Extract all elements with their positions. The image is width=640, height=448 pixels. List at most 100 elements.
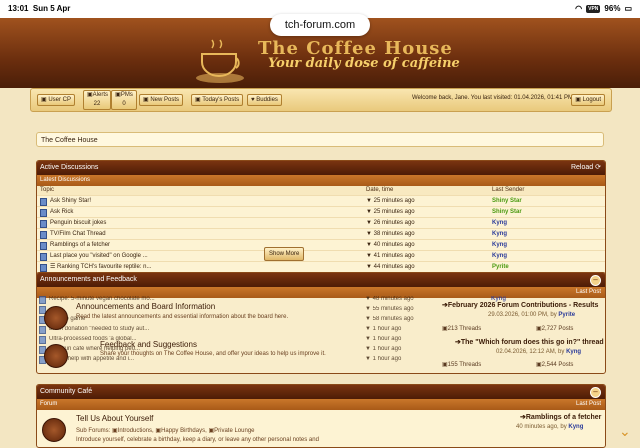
document-icon bbox=[39, 326, 46, 334]
community-cafe-header: Community Café – bbox=[37, 385, 605, 399]
user-icon: ▣ bbox=[41, 97, 47, 103]
url-bar[interactable]: tch-forum.com bbox=[270, 14, 370, 36]
forum-status-icon bbox=[42, 418, 66, 442]
status-right: ◠ VPN 96% ▭ bbox=[575, 4, 632, 13]
status-time-date: 13:01 Sun 5 Apr bbox=[8, 4, 71, 13]
logout-button[interactable]: ▣ Logout bbox=[571, 94, 605, 106]
breadcrumb[interactable]: The Coffee House bbox=[36, 132, 604, 147]
document-icon bbox=[40, 264, 47, 272]
collapse-cafe-icon[interactable]: – bbox=[590, 387, 601, 398]
forum-title-tell-us[interactable]: Tell Us About Yourself bbox=[76, 414, 153, 423]
row-topic[interactable]: Ask Rick bbox=[50, 207, 73, 217]
document-icon bbox=[40, 209, 47, 217]
new-posts-button[interactable]: ▣ New Posts bbox=[139, 94, 184, 106]
table-row[interactable]: Last place you "visited" on Google ... ▼ … bbox=[37, 250, 605, 261]
row-topic[interactable]: TV/Film Chat Thread bbox=[50, 229, 106, 239]
posts-icon: ▣ bbox=[143, 97, 149, 103]
row-date: ▼ 1 hour ago bbox=[365, 326, 402, 332]
row-date: ▼ 1 hour ago bbox=[365, 336, 402, 342]
announcements-header: Announcements and Feedback – bbox=[37, 273, 605, 287]
row-date: ▼ 25 minutes ago bbox=[366, 198, 415, 204]
row-sender[interactable]: Kyng bbox=[492, 218, 507, 228]
battery-icon: ▭ bbox=[624, 4, 632, 13]
chevron-down-icon[interactable]: ⌄ bbox=[619, 423, 635, 439]
coffee-cup-icon bbox=[196, 39, 244, 83]
lastpost-meta-tell-us: 40 minutes ago, by Kyng bbox=[516, 424, 584, 430]
user-cp-button[interactable]: ▣ User CP bbox=[37, 94, 76, 106]
row-topic[interactable]: Penguin biscuit jokes bbox=[50, 218, 106, 228]
row-sender[interactable]: Kyng bbox=[492, 229, 507, 239]
forum-desc-feedback: Share your thoughts on The Coffee House,… bbox=[100, 351, 326, 357]
row-topic[interactable]: Ramblings of a fetcher bbox=[50, 240, 110, 250]
subforum-introductions[interactable]: Introductions, bbox=[118, 428, 154, 434]
forum-title-feedback[interactable]: Feedback and Suggestions bbox=[100, 340, 197, 349]
row-date: ▼ 41 minutes ago bbox=[366, 253, 415, 259]
row-sender[interactable]: Shiny Star bbox=[492, 196, 522, 206]
document-icon bbox=[40, 231, 47, 239]
active-rows: Ask Shiny Star! ▼ 25 minutes ago Shiny Sta… bbox=[37, 195, 605, 281]
vpn-badge: VPN bbox=[586, 4, 601, 13]
row-date: ▼ 40 minutes ago bbox=[366, 242, 415, 248]
subforum-private-lounge[interactable]: Private Lounge bbox=[214, 428, 254, 434]
row-topic[interactable]: Ask Shiny Star! bbox=[50, 196, 91, 206]
row-sender[interactable]: Kyng bbox=[492, 251, 507, 261]
row-sender[interactable]: Shiny Star bbox=[492, 207, 522, 217]
active-column-headers: Topic Date, time Last Sender bbox=[37, 186, 605, 195]
table-row[interactable]: Penguin biscuit jokes ▼ 26 minutes ago Kyn… bbox=[37, 217, 605, 228]
thread-count: ▣155 Threads bbox=[442, 362, 482, 368]
col-date: Date, time bbox=[366, 187, 394, 193]
battery-level: 96% bbox=[604, 4, 621, 13]
collapse-announcements-icon[interactable]: – bbox=[590, 275, 601, 286]
row-date: ▼ 1 hour ago bbox=[365, 356, 402, 362]
row-topic[interactable]: Last place you "visited" on Google ... bbox=[50, 251, 148, 261]
active-discussions: Active Discussions Reload ⟳ Latest Discu… bbox=[36, 160, 606, 282]
document-icon bbox=[39, 336, 46, 344]
lastpost-user[interactable]: Kyng bbox=[568, 424, 583, 430]
row-date: ▼ 26 minutes ago bbox=[366, 220, 415, 226]
lastpost-user[interactable]: Pyrite bbox=[558, 312, 575, 318]
reload-button[interactable]: Reload ⟳ bbox=[571, 161, 601, 175]
table-row[interactable]: Ask Shiny Star! ▼ 25 minutes ago Shiny Sta… bbox=[37, 195, 605, 206]
row-sender[interactable]: Kyng bbox=[492, 240, 507, 250]
calendar-icon: ▣ bbox=[195, 97, 201, 103]
col-sender: Last Sender bbox=[492, 187, 525, 193]
site-subtitle: Your daily dose of caffeine bbox=[268, 56, 460, 71]
subforums-line: Sub Forums: ▣Introductions, ▣Happy Birth… bbox=[76, 428, 255, 434]
lastpost-feedback[interactable]: ➔The "Which forum does this go in?" thre… bbox=[455, 338, 604, 346]
subforum-birthdays[interactable]: Happy Birthdays, bbox=[161, 428, 207, 434]
alerts-count: 22 bbox=[93, 101, 101, 107]
table-row[interactable]: Ask Rick ▼ 25 minutes ago Shiny Star bbox=[37, 206, 605, 217]
lastpost-announcements[interactable]: ➔February 2026 Forum Contributions - Res… bbox=[442, 301, 598, 309]
post-count: ▣2,727 Posts bbox=[536, 326, 574, 332]
table-row[interactable]: Brain donation "needed to study aut... ▼ … bbox=[36, 324, 604, 334]
row-sender[interactable]: Pyrite bbox=[492, 262, 509, 272]
row-topic[interactable]: ☰ Ranking TCH's favourite reptile: n... bbox=[50, 262, 151, 272]
forum-desc-announcements: Read the latest announcements and essent… bbox=[76, 314, 289, 320]
alerts-button[interactable]: ▣Alerts 22 bbox=[83, 90, 111, 110]
forum-title-announcements[interactable]: Announcements and Board Information bbox=[76, 302, 215, 311]
document-icon bbox=[40, 242, 47, 250]
col-topic: Topic bbox=[40, 187, 55, 193]
pms-button[interactable]: ▣PMs 0 bbox=[111, 90, 137, 110]
table-row[interactable]: TV/Film Chat Thread ▼ 38 minutes ago Kyng bbox=[37, 228, 605, 239]
document-icon bbox=[40, 253, 47, 261]
table-row[interactable]: Ramblings of a fetcher ▼ 40 minutes ago Ky… bbox=[37, 239, 605, 250]
wifi-icon: ◠ bbox=[575, 4, 583, 13]
row-date: ▼ 44 minutes ago bbox=[366, 264, 415, 270]
active-discussions-header: Active Discussions Reload ⟳ bbox=[37, 161, 605, 175]
todays-posts-button[interactable]: ▣ Today's Posts bbox=[191, 94, 244, 106]
user-navbar: ▣ User CP ▣Alerts 22 ▣PMs 0 ▣ New Posts ▣ … bbox=[30, 88, 612, 112]
forum-desc-tell-us: Introduce yourself, celebrate a birthday… bbox=[76, 437, 319, 443]
show-more-button[interactable]: Show More bbox=[264, 247, 305, 261]
lastpost-meta-announcements: 29.03.2026, 01:00 PM, by Pyrite bbox=[488, 312, 576, 318]
row-date: ▼ 48 minutes ago bbox=[365, 296, 414, 302]
buddies-button[interactable]: ♥ Buddies bbox=[247, 94, 282, 106]
forum-status-icon bbox=[44, 344, 68, 368]
row-date: ▼ 1 hour ago bbox=[365, 346, 402, 352]
lastpost-user[interactable]: Kyng bbox=[566, 349, 581, 355]
forum-status-icon bbox=[44, 306, 68, 330]
table-row[interactable]: ☰ Ranking TCH's favourite reptile: n... ▼… bbox=[37, 261, 605, 272]
post-count: ▣2,544 Posts bbox=[536, 362, 574, 368]
document-icon bbox=[40, 220, 47, 228]
lastpost-tell-us[interactable]: ➔Ramblings of a fetcher bbox=[520, 413, 601, 421]
